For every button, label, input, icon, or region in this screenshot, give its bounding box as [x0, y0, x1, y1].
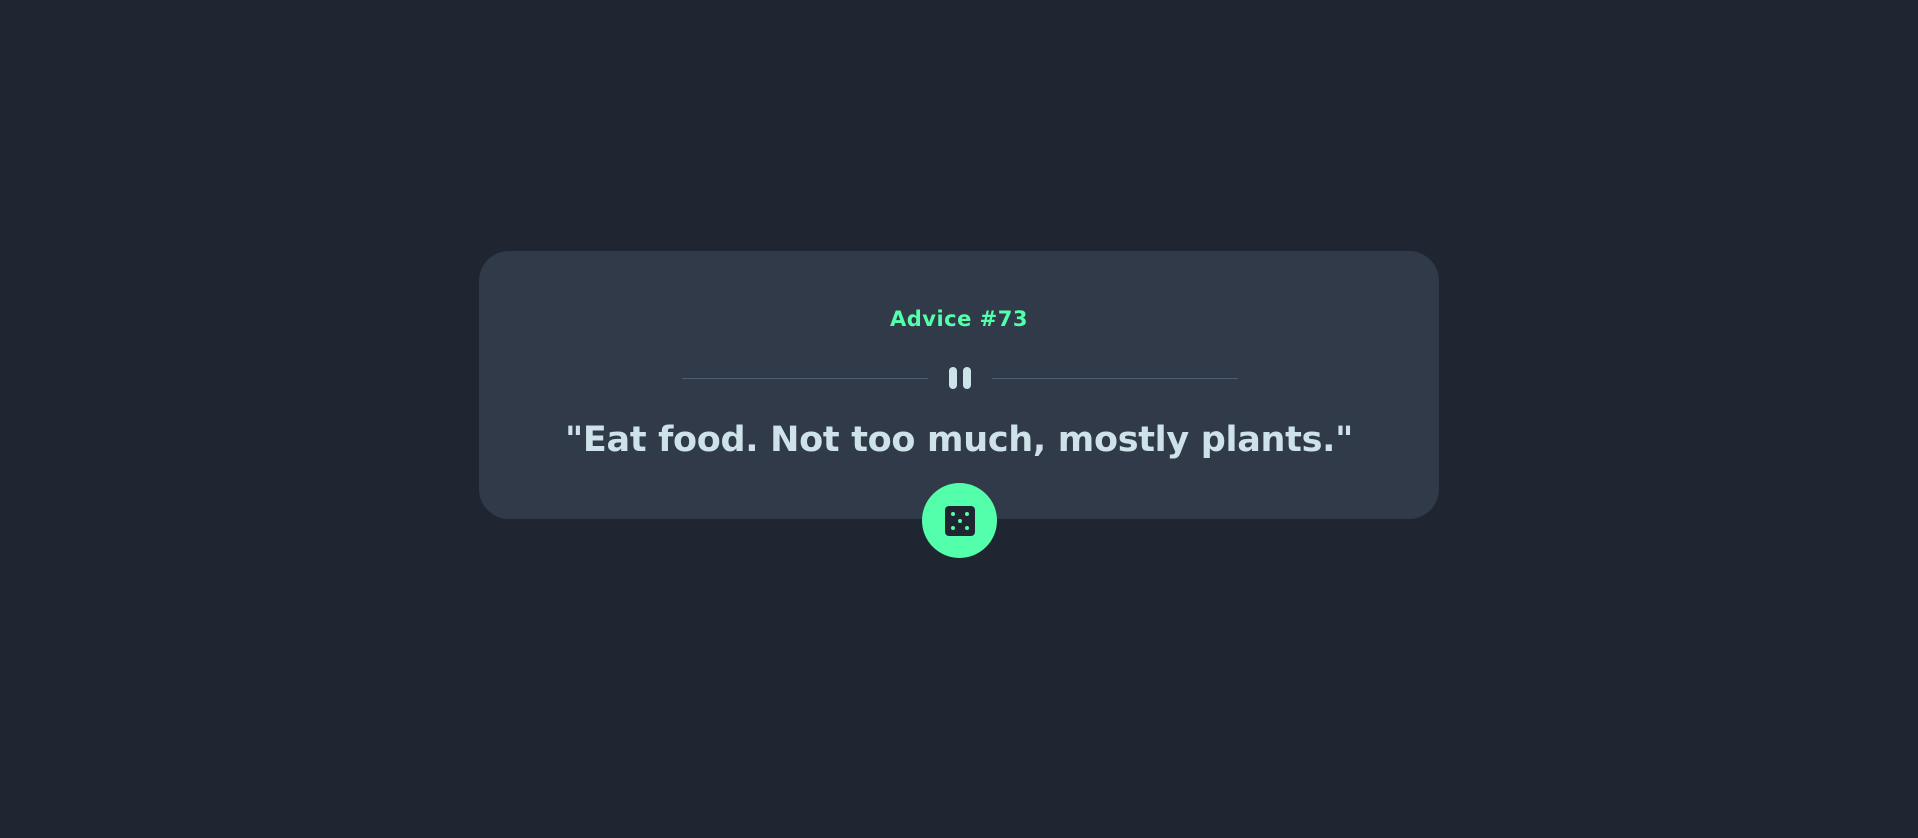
advice-id: Advice #73	[890, 307, 1028, 331]
divider-line-left	[682, 378, 928, 379]
divider	[682, 367, 1238, 389]
page: Advice #73 "Eat food. Not too much, most…	[0, 0, 1918, 838]
divider-line-right	[992, 378, 1238, 379]
pause-bar-right	[963, 367, 971, 389]
pause-bar-left	[949, 367, 957, 389]
advice-card: Advice #73 "Eat food. Not too much, most…	[479, 251, 1439, 519]
dice-icon	[944, 505, 975, 536]
pause-quote-icon	[946, 367, 974, 389]
advice-quote: "Eat food. Not too much, mostly plants."	[564, 420, 1354, 460]
new-advice-button[interactable]	[922, 483, 997, 558]
